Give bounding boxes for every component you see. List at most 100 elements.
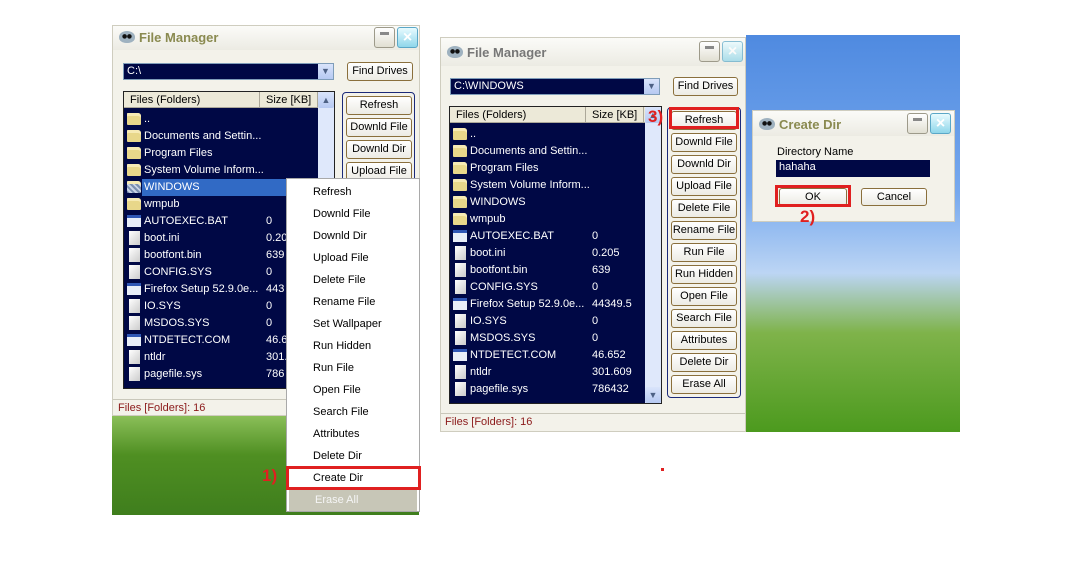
file-size: 639 [592, 264, 611, 276]
menu-item-delete-file[interactable]: Delete File [287, 269, 419, 291]
file-size: 0 [592, 332, 599, 344]
list-header: Files (Folders) Size [KB] [124, 92, 318, 108]
file-name: NTDETECT.COM [470, 349, 557, 361]
file-name: Program Files [470, 162, 539, 174]
column-header-name[interactable]: Files (Folders) [124, 92, 260, 108]
chevron-down-icon[interactable]: ▼ [318, 64, 333, 79]
cancel-button[interactable]: Cancel [861, 188, 927, 206]
scroll-up-arrow-icon[interactable]: ▲ [318, 92, 334, 108]
rename-file-button[interactable]: Rename File [671, 221, 737, 240]
exe-icon [127, 283, 141, 295]
file-name: MSDOS.SYS [144, 317, 210, 329]
menu-item-run-hidden[interactable]: Run Hidden [287, 335, 419, 357]
open-file-button[interactable]: Open File [671, 287, 737, 306]
attributes-button[interactable]: Attributes [671, 331, 737, 350]
folder-icon [127, 147, 141, 159]
highlight-box [669, 107, 739, 129]
menu-item-refresh[interactable]: Refresh [287, 181, 419, 203]
close-button[interactable]: × [397, 27, 418, 48]
file-list[interactable]: Files (Folders) Size [KB].. Documents and … [449, 106, 662, 404]
chevron-down-icon[interactable]: ▼ [644, 79, 659, 94]
file-size: 301. [266, 351, 288, 363]
highlight-box [775, 185, 851, 207]
table-row[interactable]: .. [124, 111, 318, 128]
scroll-down-arrow-icon[interactable]: ▼ [645, 387, 661, 403]
upload-file-button[interactable]: Upload File [671, 177, 737, 196]
table-row[interactable]: bootfont.bin 639 [450, 262, 645, 279]
directory-name-label: Directory Name [777, 146, 854, 158]
file-size: 443 [266, 283, 285, 295]
run-hidden-button[interactable]: Run Hidden [671, 265, 737, 284]
menu-item-search-file[interactable]: Search File [287, 401, 419, 423]
file-name: ntldr [470, 366, 492, 378]
close-button[interactable]: × [930, 113, 951, 134]
directory-name-input[interactable]: hahaha [776, 160, 930, 177]
table-row[interactable]: .. [450, 126, 645, 143]
run-file-button[interactable]: Run File [671, 243, 737, 262]
file-icon [455, 314, 466, 328]
menu-item-downld-file[interactable]: Downld File [287, 203, 419, 225]
exe-icon [127, 215, 141, 227]
table-row[interactable]: pagefile.sys 786432 [450, 381, 645, 398]
path-dropdown[interactable]: C:\WINDOWS ▼ [450, 78, 660, 95]
downld-dir-button[interactable]: Downld Dir [671, 155, 737, 174]
vertical-scrollbar[interactable]: ▲▼ [645, 107, 661, 403]
table-row[interactable]: Documents and Settin... [450, 143, 645, 160]
downld-file-button[interactable]: Downld File [671, 133, 737, 152]
table-row[interactable]: Program Files [450, 160, 645, 177]
table-row[interactable]: System Volume Inform... [450, 177, 645, 194]
file-name: Program Files [144, 147, 213, 159]
table-row[interactable]: NTDETECT.COM 46.652 [450, 347, 645, 364]
menu-item-rename-file[interactable]: Rename File [287, 291, 419, 313]
minimize-button[interactable] [374, 27, 395, 48]
step-label: 1) [262, 466, 278, 485]
file-name: MSDOS.SYS [470, 332, 536, 344]
file-manager-window: File Manager × C:\WINDOWS ▼ Find Drives F… [440, 37, 746, 432]
downld-file-button[interactable]: Downld File [346, 118, 412, 137]
column-header-name[interactable]: Files (Folders) [450, 107, 586, 123]
window-title: File Manager [467, 45, 547, 60]
table-row[interactable]: boot.ini 0.205 [450, 245, 645, 262]
table-row[interactable]: Program Files [124, 145, 318, 162]
delete-file-button[interactable]: Delete File [671, 199, 737, 218]
dialog-title: Create Dir [779, 117, 842, 132]
menu-item-open-file[interactable]: Open File [287, 379, 419, 401]
table-row[interactable]: wmpub [450, 211, 645, 228]
menu-item-set-wallpaper[interactable]: Set Wallpaper [287, 313, 419, 335]
table-row[interactable]: WINDOWS [450, 194, 645, 211]
column-header-size[interactable]: Size [KB] [260, 92, 318, 108]
step-label: 3) [648, 107, 664, 126]
minimize-button[interactable] [699, 41, 720, 62]
file-size: 0 [592, 230, 599, 242]
delete-dir-button[interactable]: Delete Dir [671, 353, 737, 372]
table-row[interactable]: CONFIG.SYS 0 [450, 279, 645, 296]
table-row[interactable]: ntldr 301.609 [450, 364, 645, 381]
table-row[interactable]: AUTOEXEC.BAT 0 [450, 228, 645, 245]
menu-item-upload-file[interactable]: Upload File [287, 247, 419, 269]
file-name: AUTOEXEC.BAT [470, 230, 554, 242]
table-row[interactable]: Documents and Settin... [124, 128, 318, 145]
table-row[interactable]: MSDOS.SYS 0 [450, 330, 645, 347]
menu-item-run-file[interactable]: Run File [287, 357, 419, 379]
file-icon [455, 331, 466, 345]
path-dropdown[interactable]: C:\ ▼ [123, 63, 334, 80]
find-drives-button[interactable]: Find Drives [673, 77, 738, 96]
file-name: CONFIG.SYS [144, 266, 212, 278]
menu-item-downld-dir[interactable]: Downld Dir [287, 225, 419, 247]
erase-all-button[interactable]: Erase All [671, 375, 737, 394]
close-button[interactable]: × [722, 41, 743, 62]
downld-dir-button[interactable]: Downld Dir [346, 140, 412, 159]
find-drives-button[interactable]: Find Drives [347, 62, 413, 81]
column-header-size[interactable]: Size [KB] [586, 107, 644, 123]
table-row[interactable]: IO.SYS 0 [450, 313, 645, 330]
search-file-button[interactable]: Search File [671, 309, 737, 328]
file-name: AUTOEXEC.BAT [144, 215, 228, 227]
file-name: NTDETECT.COM [144, 334, 231, 346]
minimize-button[interactable] [907, 113, 928, 134]
table-row[interactable]: Firefox Setup 52.9.0e... 44349.5 [450, 296, 645, 313]
menu-item-delete-dir[interactable]: Delete Dir [287, 445, 419, 467]
refresh-button[interactable]: Refresh [346, 96, 412, 115]
menu-item-attributes[interactable]: Attributes [287, 423, 419, 445]
table-row[interactable]: System Volume Inform... [124, 162, 318, 179]
file-name: IO.SYS [144, 300, 181, 312]
